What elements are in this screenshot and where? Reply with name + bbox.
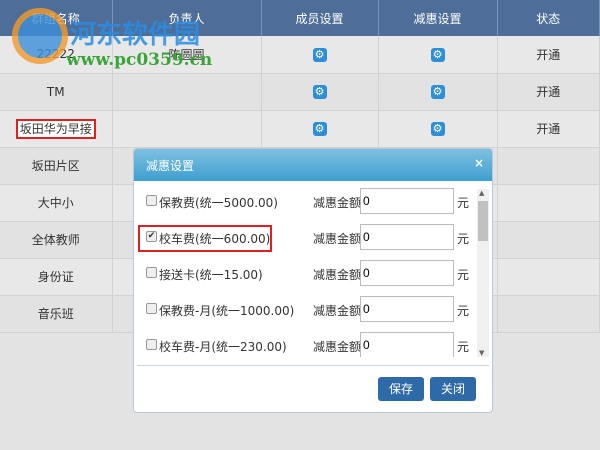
table-row: 坂田华为早接 ⚙ ⚙ 开通 <box>0 110 600 148</box>
unit-label: 元 <box>457 340 470 354</box>
cell-name: 身份证 <box>0 258 113 296</box>
scroll-up-icon[interactable]: ▲ <box>479 189 484 197</box>
group-name: 大中小 <box>37 196 74 210</box>
table-row: TM ⚙ ⚙ 开通 <box>0 73 600 111</box>
group-name: TM <box>46 84 65 99</box>
discount-item: 保教费(统一5000.00) 减惠金额 元 <box>146 187 476 215</box>
discount-item: 保教费-月(统一1000.00) 减惠金额 元 <box>146 295 476 323</box>
unit-label: 元 <box>457 304 470 318</box>
cell-member-settings: ⚙ <box>261 110 379 148</box>
table-row: 22222 陈圆圆 ⚙ ⚙ 开通 <box>0 36 600 74</box>
scroll-thumb[interactable] <box>478 201 488 241</box>
amount-label: 减惠金额 <box>313 304 362 318</box>
cell-status <box>497 258 600 296</box>
checkbox[interactable] <box>146 339 157 350</box>
dialog-title: 减惠设置 <box>146 159 195 173</box>
cell-name: TM <box>0 73 113 111</box>
dialog-body: 保教费(统一5000.00) 减惠金额 元✔ 校车费(统一600.00) 减惠金… <box>134 185 479 357</box>
cell-discount-settings: ⚙ <box>378 73 498 111</box>
cell-name: 坂田华为早接 <box>0 110 113 148</box>
cell-member-settings: ⚙ <box>261 73 379 111</box>
gear-icon[interactable]: ⚙ <box>430 85 445 99</box>
cell-status <box>497 147 600 185</box>
group-name: 全体教师 <box>31 233 80 247</box>
amount-label: 减惠金额 <box>313 196 362 210</box>
col-header: 成员设置 <box>261 0 379 36</box>
cell-name: 音乐班 <box>0 295 113 333</box>
fee-label: 保教费(统一5000.00) <box>159 196 278 210</box>
discount-dialog: 减惠设置 × 保教费(统一5000.00) 减惠金额 元✔ 校车费(统一600.… <box>133 148 493 413</box>
cell-status: 开通 <box>497 73 600 111</box>
col-header: 减惠设置 <box>378 0 498 36</box>
cell-discount-settings: ⚙ <box>378 36 498 74</box>
dialog-header: 减惠设置 × <box>134 149 492 181</box>
gear-icon[interactable]: ⚙ <box>312 47 327 62</box>
amount-input[interactable] <box>360 260 454 286</box>
amount-input[interactable] <box>360 188 454 214</box>
close-button[interactable]: 关闭 <box>430 377 476 401</box>
amount-label: 减惠金额 <box>313 340 362 354</box>
cell-name: 大中小 <box>0 184 113 222</box>
cell-member-settings: ⚙ <box>261 36 379 74</box>
amount-input[interactable] <box>360 224 454 250</box>
cell-name: 22222 <box>0 36 113 74</box>
save-button[interactable]: 保存 <box>378 377 424 401</box>
cell-discount-settings: ⚙ <box>378 110 498 148</box>
cell-status <box>497 295 600 333</box>
amount-input[interactable] <box>360 296 454 322</box>
fee-label: 校车费-月(统一230.00) <box>159 340 287 354</box>
unit-label: 元 <box>457 196 470 210</box>
cell-status: 开通 <box>497 36 600 74</box>
cell-name: 坂田片区 <box>0 147 113 185</box>
cell-name: 全体教师 <box>0 221 113 259</box>
divider <box>137 365 489 366</box>
group-name: 22222 <box>36 47 75 62</box>
scrollbar[interactable]: ▲ ▼ <box>477 189 489 357</box>
cell-owner <box>112 110 262 148</box>
fee-label: 接送卡(统一15.00) <box>159 268 263 282</box>
close-icon[interactable]: × <box>474 156 484 170</box>
gear-icon[interactable]: ⚙ <box>312 85 327 99</box>
group-name: 音乐班 <box>37 307 74 321</box>
gear-icon[interactable]: ⚙ <box>430 47 445 62</box>
cell-status <box>497 184 600 222</box>
checkbox[interactable] <box>146 267 157 278</box>
unit-label: 元 <box>457 232 470 246</box>
cell-owner: 陈圆圆 <box>112 36 262 74</box>
amount-input[interactable] <box>360 332 454 357</box>
cell-status <box>497 221 600 259</box>
fee-label: 保教费-月(统一1000.00) <box>159 304 295 318</box>
group-name: 身份证 <box>37 270 74 284</box>
cell-owner <box>112 73 262 111</box>
highlight-box <box>138 225 272 252</box>
col-header: 状态 <box>497 0 600 36</box>
checkbox[interactable] <box>146 303 157 314</box>
col-header: 负责人 <box>112 0 262 36</box>
gear-icon[interactable]: ⚙ <box>312 122 327 136</box>
amount-label: 减惠金额 <box>313 268 362 282</box>
col-header: 群组名称 <box>0 0 113 36</box>
amount-label: 减惠金额 <box>313 232 362 246</box>
group-name: 坂田华为早接 <box>15 119 96 139</box>
cell-status: 开通 <box>497 110 600 148</box>
gear-icon[interactable]: ⚙ <box>430 122 445 136</box>
group-name: 坂田片区 <box>31 159 80 173</box>
discount-item: 校车费-月(统一230.00) 减惠金额 元 <box>146 331 476 357</box>
discount-item: 接送卡(统一15.00) 减惠金额 元 <box>146 259 476 287</box>
scroll-down-icon[interactable]: ▼ <box>479 349 484 357</box>
unit-label: 元 <box>457 268 470 282</box>
checkbox[interactable] <box>146 195 157 206</box>
